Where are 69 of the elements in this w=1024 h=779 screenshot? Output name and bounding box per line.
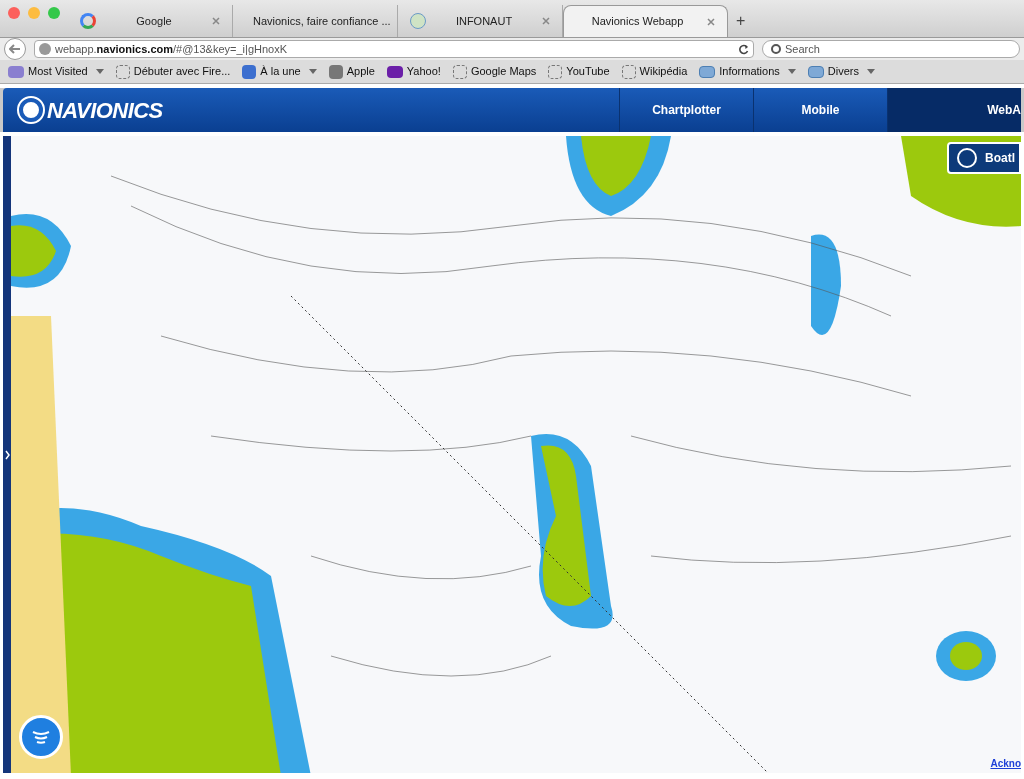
logo-icon [19, 98, 43, 122]
bookmark-label: Informations [719, 64, 780, 80]
nautical-chart-map[interactable]: Boatl Ackno [11, 136, 1021, 773]
bookmark-item[interactable]: YouTube [548, 63, 610, 80]
caret-icon [787, 69, 796, 74]
island-area [11, 225, 56, 277]
folder-icon [699, 65, 716, 78]
tab-title: Navionics, faire confiance ... [253, 13, 391, 29]
bookmark-item[interactable]: Most Visited [8, 63, 104, 80]
feed-icon [242, 64, 257, 79]
bookmark-label: Wikipédia [639, 64, 688, 80]
globe-icon [410, 13, 426, 29]
back-arrow-icon [9, 44, 21, 54]
bookmark-label: Google Maps [470, 64, 537, 80]
bookmark-label: Débuter avec Fire... [133, 64, 231, 80]
browser-tab[interactable]: Google [68, 5, 233, 37]
browser-tab[interactable]: INFONAUT [398, 5, 563, 37]
bookmark-label: Divers [827, 64, 859, 80]
caret-icon [95, 69, 104, 74]
bookmark-label: Yahoo! [406, 64, 441, 80]
url-field[interactable]: webapp.navionics.com/#@13&key=_i|gHnoxK [34, 40, 754, 58]
island-area [950, 642, 982, 670]
boat-icon [957, 148, 977, 168]
tab-title: INFONAUT [454, 13, 514, 29]
bookmark-label: À la une [260, 64, 301, 80]
bookmark-item[interactable]: Google Maps [452, 63, 537, 80]
bookmark-item[interactable]: Apple [328, 63, 375, 80]
close-tab-icon[interactable] [542, 17, 550, 25]
close-tab-icon[interactable] [707, 17, 715, 26]
page-icon [115, 64, 130, 79]
back-button[interactable] [4, 38, 26, 60]
google-icon [80, 13, 96, 29]
caret-icon [308, 69, 317, 74]
bookmark-label: YouTube [566, 64, 610, 80]
bookmark-item[interactable]: Informations [699, 63, 796, 80]
nav-link[interactable]: WebA [887, 88, 1021, 132]
page-icon [452, 64, 467, 79]
browser-tab[interactable]: Navionics, faire confiance ... [233, 5, 398, 37]
island-area [581, 136, 651, 196]
search-icon [771, 44, 781, 54]
chevron-right-icon [4, 449, 10, 460]
bookmark-item[interactable]: Divers [807, 63, 875, 80]
boating-button[interactable]: Boatl [947, 142, 1021, 174]
apple-icon [328, 64, 343, 79]
acknowledgement-link[interactable]: Ackno [990, 756, 1021, 771]
close-window-icon[interactable] [8, 6, 20, 19]
globe-icon [39, 43, 51, 55]
bookmark-item[interactable]: Débuter avec Fire... [115, 63, 231, 80]
folder-icon [807, 65, 824, 78]
url-text: webapp.navionics.com/#@13&key=_i|gHnoxK [55, 41, 289, 57]
tab-title: Navionics Webapp [590, 14, 685, 30]
caret-icon [866, 69, 875, 74]
bookmark-item[interactable]: Yahoo! [386, 63, 441, 80]
logo-text: NAVIONICS [47, 96, 163, 125]
sonar-waves-icon [31, 730, 51, 744]
tab-title: Google [135, 13, 173, 29]
bookmark-item[interactable]: À la une [242, 63, 317, 80]
yahoo-icon [386, 65, 403, 78]
close-tab-icon[interactable] [212, 17, 220, 25]
page-icon [621, 64, 636, 79]
folder-icon [8, 65, 24, 78]
browser-tab[interactable]: Navionics Webapp [563, 5, 728, 37]
bookmark-label: Most Visited [28, 64, 88, 80]
bookmark-label: Apple [346, 64, 375, 80]
page-icon [548, 64, 563, 79]
zoom-window-icon[interactable] [48, 6, 60, 19]
reload-icon[interactable] [738, 43, 749, 55]
bookmark-item[interactable]: Wikipédia [621, 63, 688, 80]
new-tab-button[interactable]: + [728, 5, 754, 37]
